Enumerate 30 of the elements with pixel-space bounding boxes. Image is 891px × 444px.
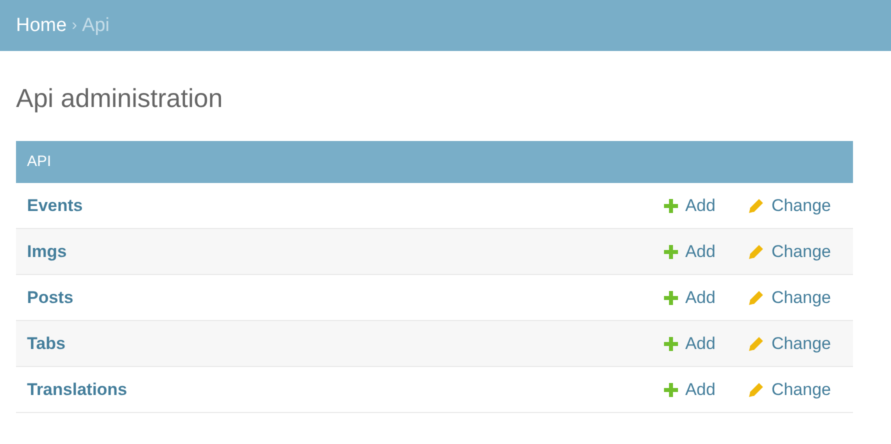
add-link[interactable]: Add (664, 242, 716, 262)
pencil-icon (748, 198, 764, 214)
plus-icon (664, 382, 678, 396)
page-title: Api administration (16, 82, 224, 115)
add-link[interactable]: Add (664, 288, 716, 308)
change-link[interactable]: Change (748, 242, 831, 262)
model-link[interactable]: Translations (27, 380, 664, 400)
plus-icon (664, 244, 678, 258)
pencil-icon (748, 290, 764, 306)
pencil-icon (748, 244, 764, 260)
model-link[interactable]: Imgs (27, 242, 664, 262)
model-link[interactable]: Posts (27, 288, 664, 308)
add-link[interactable]: Add (664, 196, 716, 216)
model-link[interactable]: Events (27, 196, 664, 216)
change-link[interactable]: Change (748, 380, 831, 400)
change-link[interactable]: Change (748, 334, 831, 354)
model-link[interactable]: Tabs (27, 334, 664, 354)
plus-icon (664, 290, 678, 304)
change-link[interactable]: Change (748, 288, 831, 308)
add-link[interactable]: Add (664, 334, 716, 354)
plus-icon (664, 336, 678, 350)
plus-icon (664, 198, 678, 212)
breadcrumb-separator: › (72, 16, 78, 34)
breadcrumb-current: Api (82, 14, 110, 36)
home-link[interactable]: Home (16, 14, 67, 36)
pencil-icon (748, 336, 764, 352)
add-link[interactable]: Add (664, 380, 716, 400)
pencil-icon (748, 382, 764, 398)
module-caption: API (16, 141, 853, 183)
change-link[interactable]: Change (748, 196, 831, 216)
